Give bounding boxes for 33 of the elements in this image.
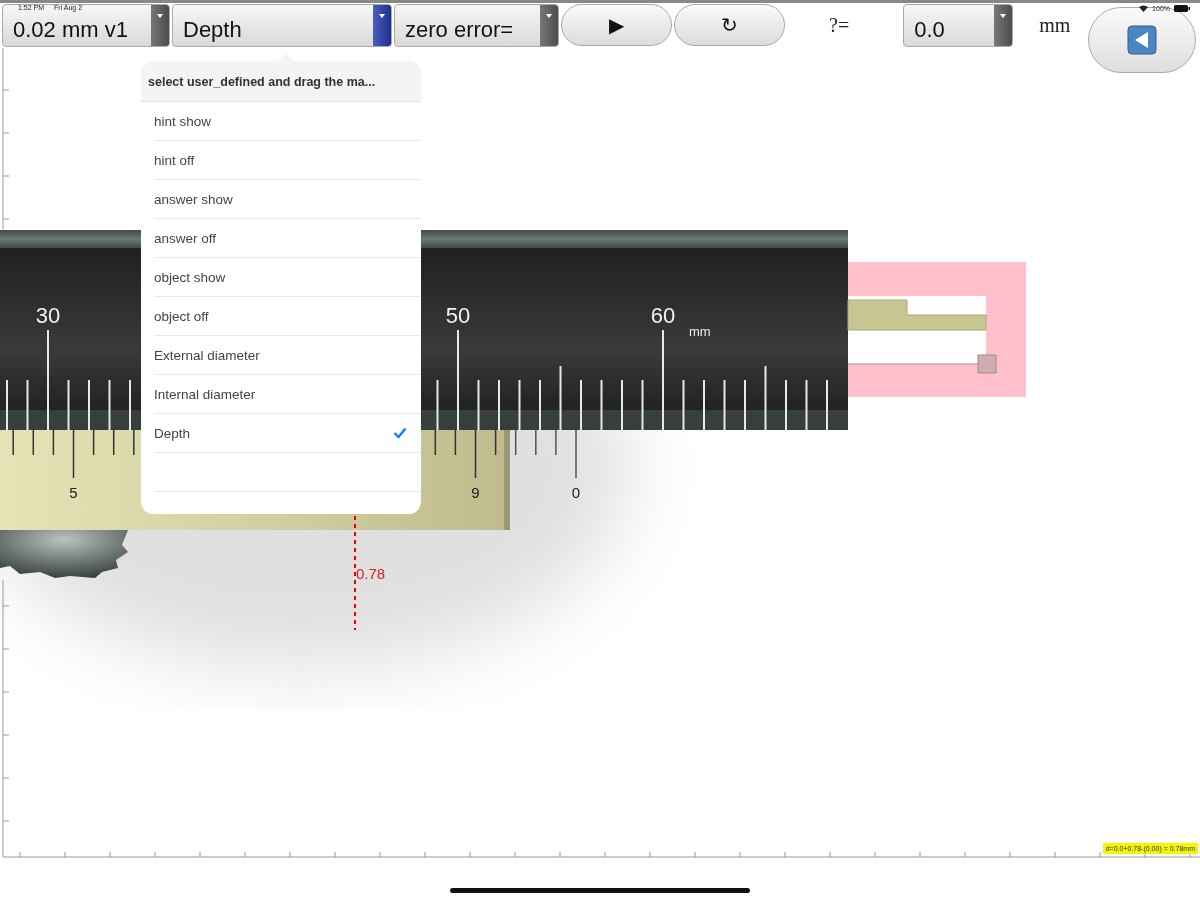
- zero-error-dropdown[interactable]: zero error=: [394, 3, 559, 47]
- menu-item[interactable]: hint off: [154, 141, 421, 180]
- vernier-number: 0: [571, 484, 581, 501]
- reading-value: 0.78: [356, 565, 386, 582]
- caret-icon: [1000, 13, 1007, 18]
- menu-header: select user_defined and drag the ma...: [141, 61, 421, 102]
- reset-button[interactable]: ↻: [674, 4, 785, 46]
- play-button[interactable]: ▶: [561, 4, 672, 46]
- scale-number: 30: [35, 303, 61, 328]
- menu-item[interactable]: object show: [154, 258, 421, 297]
- caret-icon: [546, 13, 552, 18]
- vernier-ticks: [514, 429, 577, 479]
- battery-icon: [1174, 5, 1190, 12]
- wifi-icon: [1139, 5, 1149, 12]
- back-icon: [1127, 25, 1157, 55]
- answer-label: ?=: [829, 13, 850, 37]
- vernier-number: 5: [69, 484, 78, 501]
- caret-icon: [379, 13, 385, 18]
- answer-dropdown[interactable]: 0.0: [903, 3, 1014, 47]
- menu-item[interactable]: Depth: [154, 414, 421, 453]
- menu-item[interactable]: object off: [154, 297, 421, 336]
- mode-dropdown[interactable]: Depth: [172, 3, 392, 47]
- caret-icon: [157, 13, 163, 18]
- unit-label: mm: [1039, 13, 1071, 37]
- scale-number: 50: [445, 303, 471, 328]
- scale-unit: mm: [689, 324, 711, 339]
- menu-item[interactable]: answer show: [154, 180, 421, 219]
- scale-number: 60: [650, 303, 676, 328]
- menu-item[interactable]: hint show: [154, 102, 421, 141]
- menu-item[interactable]: External diameter: [154, 336, 421, 375]
- vernier-number: 9: [471, 484, 480, 501]
- menu-item[interactable]: answer off: [154, 219, 421, 258]
- menu-item[interactable]: Internal diameter: [154, 375, 421, 414]
